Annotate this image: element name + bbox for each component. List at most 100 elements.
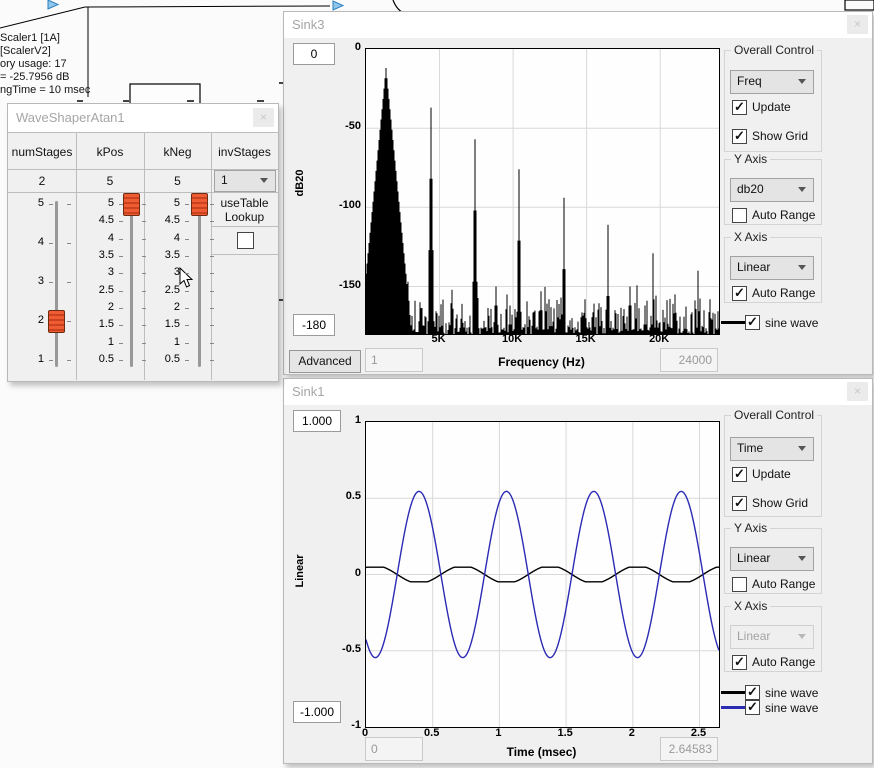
time-svg [366,422,719,727]
slider-tick [119,291,123,292]
slider-tick [210,273,214,274]
spectrum-svg [366,49,719,334]
param-value[interactable]: 5 [144,174,211,188]
advanced-button[interactable]: Advanced [289,350,361,373]
invstages-dropdown[interactable]: 1 [214,170,276,192]
slider-tick [185,256,189,257]
update-checkbox[interactable] [732,100,747,115]
sink3-titlebar[interactable]: Sink3 [284,12,872,38]
usetable-checkbox[interactable] [237,232,254,249]
y-tick-label: -50 [345,120,361,132]
slider-thumb-kPos[interactable] [123,193,140,216]
slider-tick-label: 3.5 [80,249,114,261]
legend-label: sine wave [765,316,818,330]
module-info-line: Scaler1 [1A] [0,32,90,45]
dropdown-value: db20 [737,182,764,196]
slider-tick-label: 4.5 [80,214,114,226]
close-button[interactable] [847,382,868,401]
legend-checkbox[interactable] [745,315,760,330]
y-axis-mode-dropdown[interactable]: Linear [730,547,814,571]
slider-tick [119,308,123,309]
y-auto-range-checkbox[interactable] [732,208,747,223]
slider-tick-label: 2.5 [80,284,114,296]
param-value[interactable]: 5 [76,174,144,188]
slider-track-kPos[interactable] [130,201,133,367]
close-icon [854,15,861,32]
group-label: X Axis [731,599,770,613]
dropdown-value: 1 [221,173,228,187]
window-title: Sink3 [292,17,325,32]
slider-tick-label: 2 [146,301,180,313]
update-checkbox[interactable] [732,467,747,482]
y-tick-label: 0 [355,41,361,53]
legend-checkbox[interactable] [745,700,760,715]
group-label: Overall Control [731,408,817,422]
overall-mode-dropdown[interactable]: Freq [730,70,814,94]
slider-tick [185,273,189,274]
slider-tick [185,291,189,292]
slider-tick-label: 5 [10,197,44,209]
x-max-input[interactable]: 24000 [660,348,718,372]
x-tick-label: 5K [419,333,459,345]
sink1-titlebar[interactable]: Sink1 [284,379,872,405]
waveshaper-window: WaveShaperAtan1 numStages kPos kNeg invS… [7,103,279,382]
slider-tick [210,204,214,205]
legend-checkbox[interactable] [745,685,760,700]
legend-label: sine wave [765,686,818,700]
x-axis-mode-dropdown[interactable]: Linear [730,256,814,280]
slider-thumb-numStages[interactable] [48,310,65,333]
slider-tick [67,282,71,283]
x-auto-range-checkbox[interactable] [732,286,747,301]
overall-mode-dropdown[interactable]: Time [730,437,814,461]
slider-track-kNeg[interactable] [198,201,201,367]
usetable-label: Lookup [211,210,278,224]
chevron-down-icon [798,79,806,84]
slider-tick [210,308,214,309]
x-auto-range-checkbox[interactable] [732,655,747,670]
y-axis-mode-dropdown[interactable]: db20 [730,178,814,202]
chevron-down-icon [798,556,806,561]
show-grid-label: Show Grid [752,129,808,143]
slider-tick-label: 3 [10,275,44,287]
y-tick-label: 0.5 [346,490,361,502]
slider-tick [185,308,189,309]
param-value[interactable]: 2 [8,174,76,188]
slider-tick [210,256,214,257]
x-max-input[interactable]: 2.64583 [660,737,718,761]
waveshaper-titlebar[interactable]: WaveShaperAtan1 [8,104,278,132]
x-tick-label: 10K [492,333,532,345]
close-icon [260,108,267,125]
close-button[interactable] [253,108,274,127]
slider-thumb-kNeg[interactable] [191,193,208,216]
x-axis-mode-dropdown[interactable]: Linear [730,625,814,649]
group-label: Overall Control [731,43,817,57]
module-info-line: ory usage: 17 [0,58,90,71]
column-header: kNeg [144,145,211,159]
slider-track-numStages[interactable] [55,201,58,367]
slider-tick [210,239,214,240]
slider-tick [210,221,214,222]
slider-tick-label: 4 [146,232,180,244]
dropdown-value: Freq [737,74,762,88]
show-grid-checkbox[interactable] [732,129,747,144]
slider-tick [185,239,189,240]
slider-tick [210,291,214,292]
slider-tick [119,256,123,257]
slider-tick [119,325,123,326]
column-header: kPos [76,145,144,159]
wire [0,7,85,28]
y-tick-labels: 10.50-0.5-1 [319,421,361,726]
y-auto-range-label: Auto Range [752,208,815,222]
close-button[interactable] [847,15,868,34]
show-grid-checkbox[interactable] [732,496,747,511]
module-info-text: Scaler1 [1A] [ScalerV2] ory usage: 17 = … [0,32,90,97]
mouse-cursor [179,267,195,289]
slider-tick [185,360,189,361]
dropdown-value: Time [737,441,763,455]
x-tick-label: 1 [478,727,518,739]
window-title: Sink1 [292,384,325,399]
y-auto-range-checkbox[interactable] [732,577,747,592]
legend-line-swatch [721,321,747,324]
window-title: WaveShaperAtan1 [16,110,125,125]
chevron-down-icon [798,265,806,270]
